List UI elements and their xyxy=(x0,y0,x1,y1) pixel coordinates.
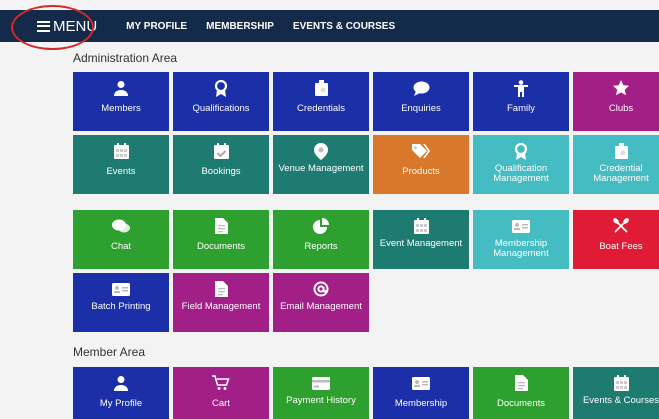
tile-label: Clubs xyxy=(608,103,634,114)
map-pin-icon xyxy=(314,142,328,160)
credit-card-icon xyxy=(312,374,330,392)
hamburger-icon xyxy=(37,20,50,32)
calendar-icon xyxy=(613,374,629,392)
tile-label: Email Management xyxy=(280,301,362,312)
tile-label: Products xyxy=(402,166,440,177)
tile-label: Field Management xyxy=(181,301,261,312)
tile-label: Family xyxy=(507,103,535,114)
user-icon xyxy=(113,374,129,392)
tile-documents[interactable]: Documents xyxy=(473,367,569,419)
award-icon xyxy=(213,79,229,97)
tile-payment-history[interactable]: Payment History xyxy=(273,367,369,419)
badge-card-icon xyxy=(313,79,330,97)
tile-cart[interactable]: Cart xyxy=(173,367,269,419)
tile-label: Documents xyxy=(196,241,246,252)
tile-label: Chat xyxy=(110,241,132,252)
tile-label: Event Management xyxy=(379,238,463,249)
tile-label: Batch Printing xyxy=(91,301,151,312)
tile-label: Credentials xyxy=(296,103,346,114)
tile-label: Cart xyxy=(212,398,230,409)
tile-label: Reports xyxy=(304,241,338,252)
tile-label: Bookings xyxy=(201,166,241,177)
tile-label: Members xyxy=(101,103,141,114)
id-card-icon xyxy=(512,217,530,235)
id-card-icon xyxy=(112,280,130,298)
tile-label: Membership xyxy=(394,398,448,409)
member-area-title: Member Area xyxy=(73,345,146,359)
award-icon xyxy=(513,142,529,160)
document-icon xyxy=(214,217,228,235)
tile-boat-fees[interactable]: Boat Fees xyxy=(573,210,659,269)
tile-membership-management[interactable]: Membership Management xyxy=(473,210,569,269)
tile-label: Qualifications xyxy=(192,103,250,114)
at-sign-icon xyxy=(313,280,329,298)
tile-reports[interactable]: Reports xyxy=(273,210,369,269)
tile-chat[interactable]: Chat xyxy=(73,210,169,269)
family-icon xyxy=(513,79,529,97)
document-icon xyxy=(514,374,528,392)
tile-documents[interactable]: Documents xyxy=(173,210,269,269)
tile-qualifications[interactable]: Qualifications xyxy=(173,72,269,131)
tile-my-profile[interactable]: My Profile xyxy=(73,367,169,419)
tile-label: My Profile xyxy=(99,398,143,409)
tag-icon xyxy=(412,142,430,160)
tile-label: Events & Courses xyxy=(582,395,659,406)
chat-bubble-icon xyxy=(413,79,430,97)
tile-event-management[interactable]: Event Management xyxy=(373,210,469,269)
nav-link-events-courses[interactable]: EVENTS & COURSES xyxy=(293,21,395,32)
tile-qualification-management[interactable]: Qualification Management xyxy=(473,135,569,194)
user-icon xyxy=(113,79,129,97)
calendar-icon xyxy=(413,217,429,235)
tile-family[interactable]: Family xyxy=(473,72,569,131)
calendar-icon xyxy=(113,142,129,160)
tile-events[interactable]: Events xyxy=(73,135,169,194)
tile-batch-printing[interactable]: Batch Printing xyxy=(73,273,169,332)
admin-area-title: Administration Area xyxy=(73,51,178,65)
tile-membership[interactable]: Membership xyxy=(373,367,469,419)
tile-label: Events xyxy=(106,166,136,177)
tile-label: Qualification Management xyxy=(493,163,549,184)
nav-link-my-profile[interactable]: MY PROFILE xyxy=(126,21,187,32)
document-icon xyxy=(214,280,228,298)
tile-label: Membership Management xyxy=(493,238,549,259)
oars-icon xyxy=(613,217,629,235)
star-icon xyxy=(613,79,629,97)
calendar-check-icon xyxy=(213,142,229,160)
tile-credential-management[interactable]: Credential Management xyxy=(573,135,659,194)
badge-card-icon xyxy=(613,142,630,160)
pie-chart-icon xyxy=(313,217,329,235)
tile-label: Documents xyxy=(496,398,546,409)
tile-credentials[interactable]: Credentials xyxy=(273,72,369,131)
menu-button[interactable]: MENU xyxy=(37,10,97,42)
tile-label: Credential Management xyxy=(593,163,649,184)
id-card-icon xyxy=(412,374,430,392)
tile-enquiries[interactable]: Enquiries xyxy=(373,72,469,131)
tile-label: Enquiries xyxy=(401,103,441,114)
tile-members[interactable]: Members xyxy=(73,72,169,131)
tile-bookings[interactable]: Bookings xyxy=(173,135,269,194)
tile-events-and-courses[interactable]: Events & Courses xyxy=(573,367,659,419)
tile-field-management[interactable]: Field Management xyxy=(173,273,269,332)
cart-icon xyxy=(212,374,230,392)
tile-label: Boat Fees xyxy=(599,241,643,252)
tile-clubs[interactable]: Clubs xyxy=(573,72,659,131)
tile-venue-management[interactable]: Venue Management xyxy=(273,135,369,194)
tile-label: Payment History xyxy=(286,395,356,406)
menu-label: MENU xyxy=(53,17,98,35)
tile-label: Venue Management xyxy=(278,163,364,174)
chat-icon xyxy=(112,217,130,235)
tile-email-management[interactable]: Email Management xyxy=(273,273,369,332)
top-nav-bar: MENU MY PROFILE MEMBERSHIP EVENTS & COUR… xyxy=(0,10,659,42)
tile-products[interactable]: Products xyxy=(373,135,469,194)
nav-link-membership[interactable]: MEMBERSHIP xyxy=(206,21,274,32)
